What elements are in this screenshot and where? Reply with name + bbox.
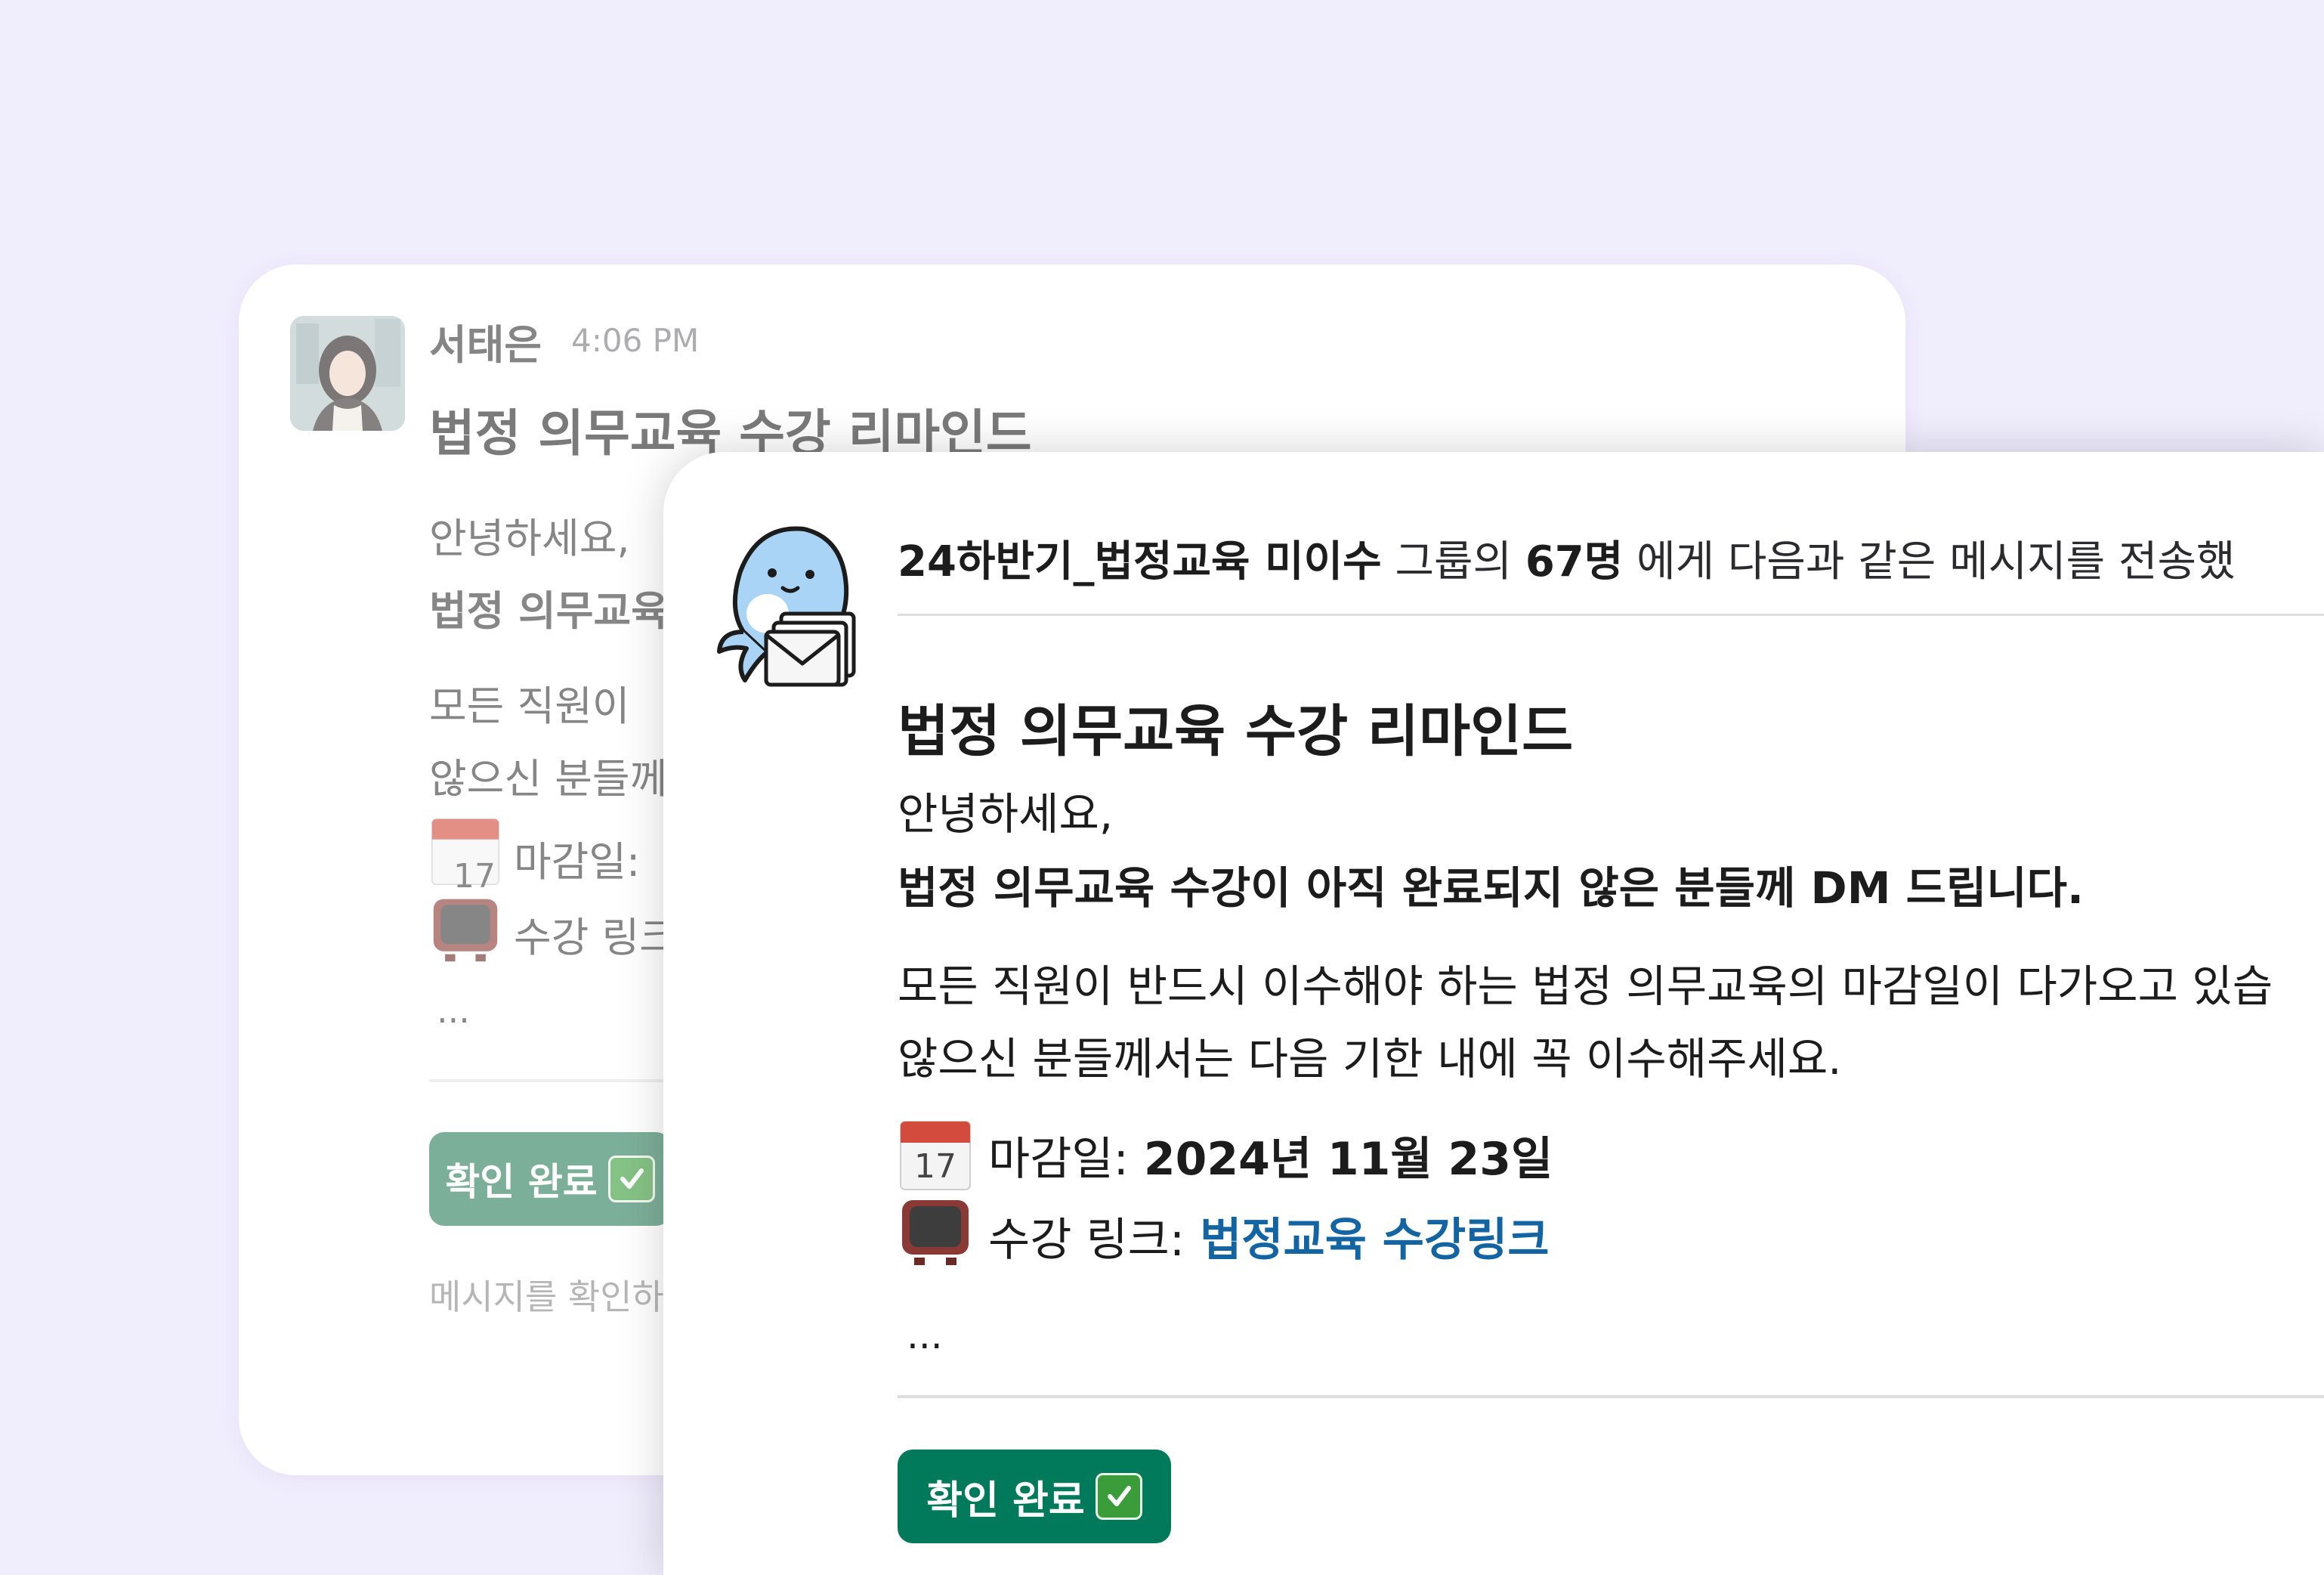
bold-notice-text: 법정 의무교육 — [429, 587, 669, 635]
course-link-label: 수강 링크 — [514, 914, 677, 961]
check-mark-icon — [607, 1156, 655, 1202]
greeting-text: 안녕하세요, — [898, 788, 1114, 840]
calendar-day: 17 — [914, 1147, 956, 1186]
ellipsis: ... — [437, 990, 470, 1031]
message-timestamp[interactable]: 4:06 PM — [571, 322, 699, 359]
body-text-line-2: 않으신 분들께서는 다음 기한 내에 꼭 이수해주세요. — [898, 1033, 1842, 1085]
sender-name[interactable]: 서태은 — [429, 311, 542, 371]
dolphin-mascot-icon — [713, 518, 864, 688]
confirm-button[interactable]: 확인 완료 — [898, 1450, 1171, 1543]
body-text-line-1: 모든 직원이 반드시 이수해야 하는 법정 의무교육의 마감일이 다가오고 있습 — [898, 961, 2273, 1012]
deadline-label: 마감일: — [514, 838, 641, 886]
deadline-label: 마감일: — [988, 1132, 1129, 1186]
avatar[interactable] — [290, 316, 405, 431]
message-title: 법정 의무교육 수강 리마인드 — [898, 699, 1574, 764]
calendar-day: 17 — [453, 857, 496, 896]
television-icon — [898, 1193, 973, 1279]
deadline-value: 2024년 11월 23일 — [1143, 1132, 1553, 1186]
summary-text-1: 그룹의 — [1381, 537, 1525, 586]
confirm-button-label: 확인 완료 — [926, 1478, 1085, 1524]
summary-text-2: 에게 다음과 같은 메시지를 전송했 — [1623, 537, 2236, 586]
body-text-line-2: 않으신 분들께 — [429, 755, 668, 803]
television-icon — [429, 892, 502, 967]
deadline-row: 17 마감일: 2024년 11월 23일 — [898, 1117, 1553, 1193]
recipient-count: 67명 — [1525, 537, 1624, 586]
footer-text: 메시지를 확인하 — [429, 1276, 664, 1317]
divider — [898, 1395, 2324, 1398]
delivery-summary: 24하반기_법정교육 미이수 그룹의 67명 에게 다음과 같은 메시지를 전송… — [898, 528, 2236, 589]
ellipsis: ... — [907, 1314, 943, 1357]
target-group-name[interactable]: 24하반기_법정교육 미이수 — [898, 537, 1382, 586]
course-link-label: 수강 링크: — [988, 1214, 1185, 1267]
confirm-button[interactable]: 확인 완료 — [429, 1132, 671, 1226]
greeting-text: 안녕하세요, — [429, 515, 630, 562]
check-mark-icon — [1095, 1473, 1142, 1520]
body-text-line-1: 모든 직원이 — [429, 682, 630, 730]
calendar-icon: 17 — [898, 1117, 973, 1193]
bold-notice-text: 법정 의무교육 수강이 아직 완료되지 않은 분들께 DM 드립니다. — [898, 862, 2084, 914]
confirm-button-label: 확인 완료 — [445, 1160, 598, 1204]
divider — [898, 614, 2324, 616]
sent-confirmation-card: 24하반기_법정교육 미이수 그룹의 67명 에게 다음과 같은 메시지를 전송… — [663, 452, 2324, 1575]
course-link[interactable]: 법정교육 수강링크 — [1200, 1203, 1550, 1269]
course-link-row: 수강 링크: 법정교육 수강링크 — [898, 1193, 1550, 1279]
